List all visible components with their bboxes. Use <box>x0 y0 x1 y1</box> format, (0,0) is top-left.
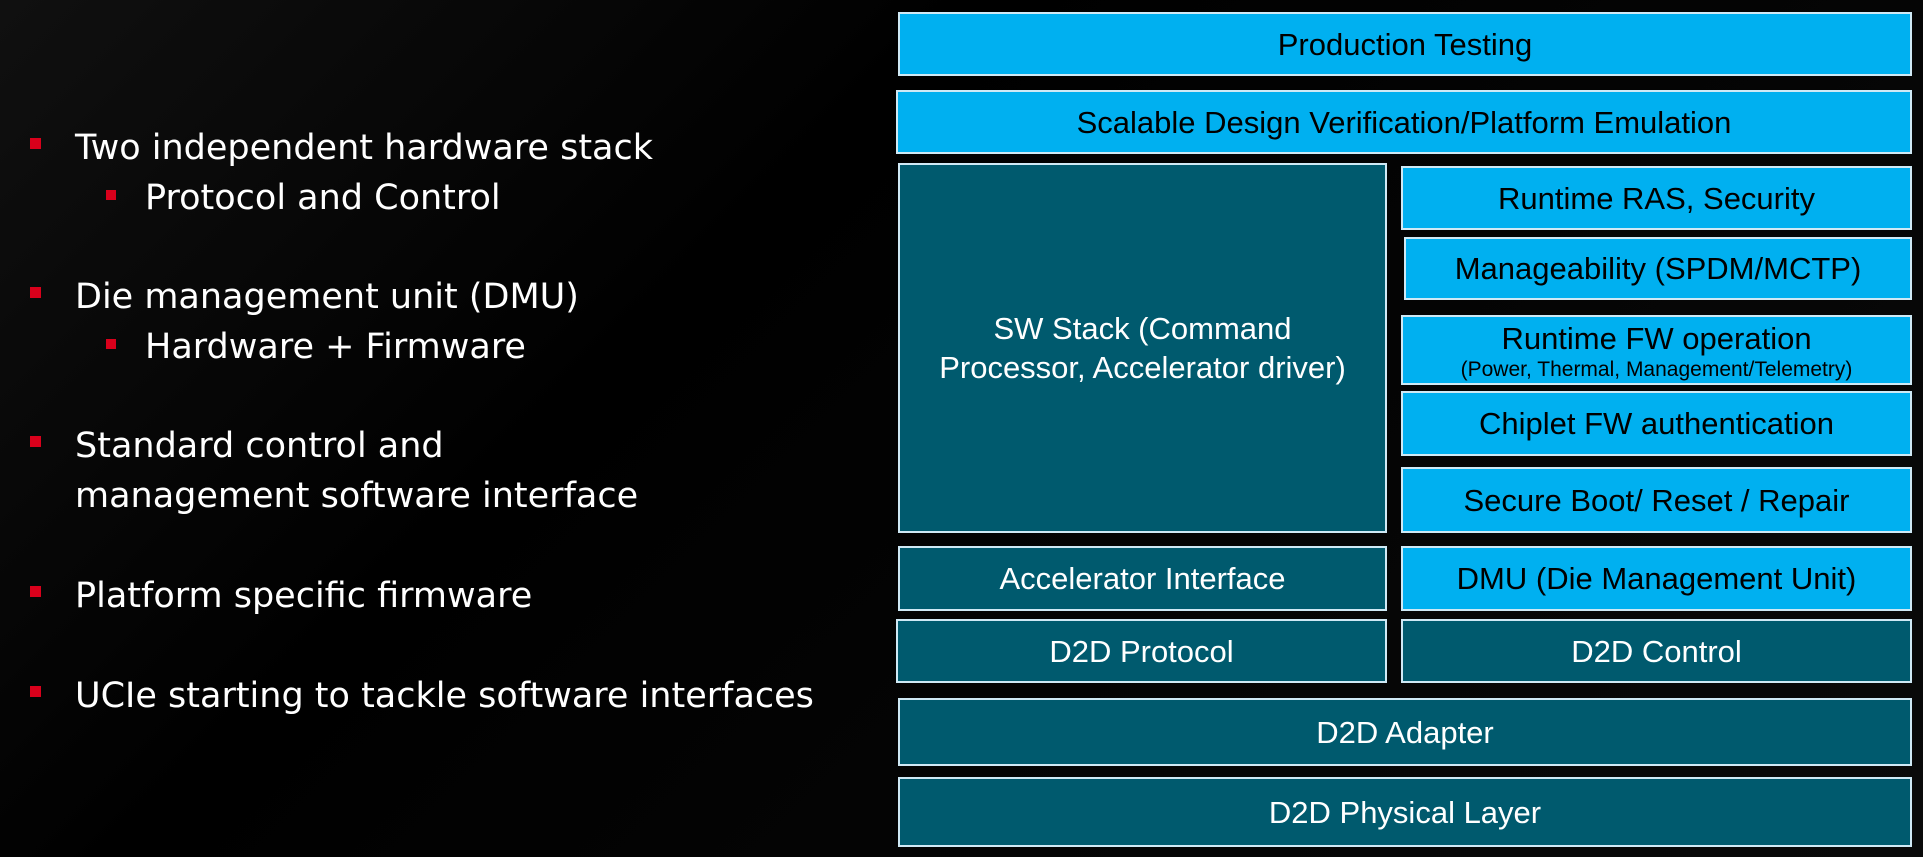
block-label: Accelerator Interface <box>999 561 1286 596</box>
block-label: D2D Physical Layer <box>1268 794 1542 830</box>
block-label: DMU (Die Management Unit) <box>1456 561 1857 596</box>
accelerator-interface-block: Accelerator Interface <box>898 546 1387 611</box>
d2d-protocol-block: D2D Protocol <box>896 619 1387 683</box>
sw-stack-block: SW Stack (Command Processor, Accelerator… <box>898 163 1387 533</box>
block-sublabel: (Power, Thermal, Management/Telemetry) <box>1460 357 1853 381</box>
block-label: Production Testing <box>1277 26 1533 62</box>
dmu-block: DMU (Die Management Unit) <box>1401 546 1912 611</box>
production-testing-block: Production Testing <box>898 12 1912 76</box>
block-label: Runtime RAS, Security <box>1498 180 1815 216</box>
block-label: Chiplet FW authentication <box>1479 406 1834 441</box>
block-label: Secure Boot/ Reset / Repair <box>1463 482 1850 518</box>
block-label: Runtime FW operation <box>1501 320 1812 356</box>
runtime-ras-block: Runtime RAS, Security <box>1401 166 1912 230</box>
block-label: D2D Adapter <box>1316 714 1494 750</box>
chiplet-fw-auth-block: Chiplet FW authentication <box>1401 391 1912 456</box>
slide: Two independent hardware stack Protocol … <box>0 0 1923 857</box>
block-label: SW Stack (Command Processor, Accelerator… <box>939 311 1346 385</box>
d2d-adapter-block: D2D Adapter <box>898 698 1912 766</box>
d2d-control-block: D2D Control <box>1401 619 1912 683</box>
d2d-physical-layer-block: D2D Physical Layer <box>898 777 1912 847</box>
block-label: D2D Protocol <box>1049 633 1234 669</box>
runtime-fw-block: Runtime FW operation (Power, Thermal, Ma… <box>1401 315 1912 385</box>
secure-boot-block: Secure Boot/ Reset / Repair <box>1401 467 1912 533</box>
block-label: Manageability (SPDM/MCTP) <box>1454 251 1862 286</box>
manageability-block: Manageability (SPDM/MCTP) <box>1404 237 1912 300</box>
stack-diagram: Production Testing Scalable Design Verif… <box>0 0 1923 857</box>
block-label: D2D Control <box>1571 633 1742 669</box>
scalable-verification-block: Scalable Design Verification/Platform Em… <box>896 90 1912 154</box>
block-label: Scalable Design Verification/Platform Em… <box>1076 104 1732 140</box>
